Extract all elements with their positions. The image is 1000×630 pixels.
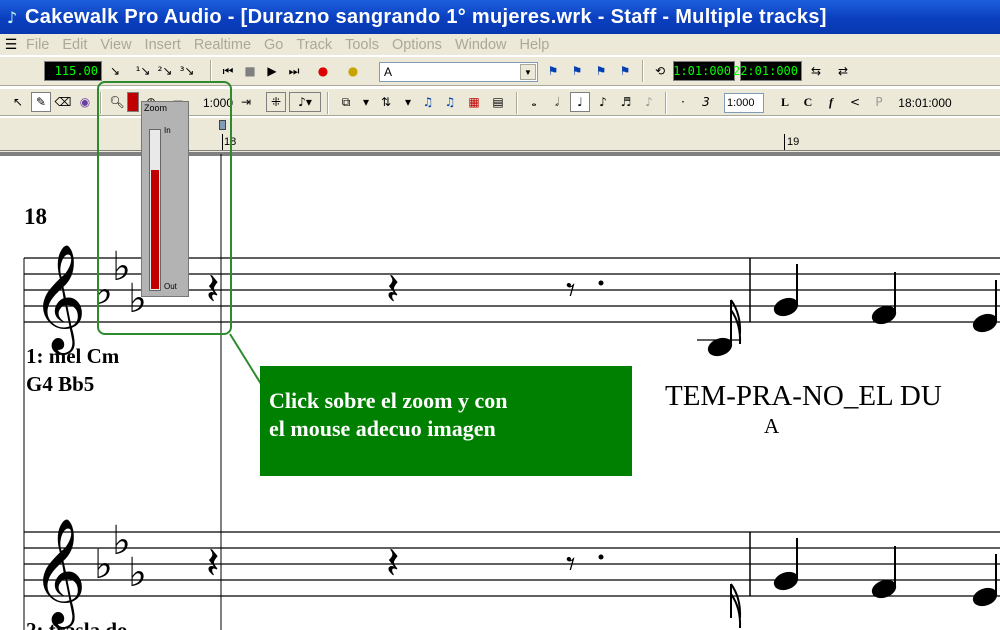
- tempo-ratio-2-icon[interactable]: ²↘: [155, 61, 175, 81]
- now-time-text: 18:01:000: [898, 96, 952, 110]
- beam-icon[interactable]: ♫: [418, 92, 438, 112]
- eighth-note-icon[interactable]: ♪: [593, 92, 613, 112]
- menu-insert[interactable]: Insert: [141, 37, 190, 53]
- whole-note-icon[interactable]: 𝅝: [524, 92, 544, 112]
- annotation-line-1: Click sobre el zoom y con: [269, 388, 508, 413]
- treble-clef-2: 𝄞: [32, 517, 86, 629]
- chevron-down-icon[interactable]: ▼: [520, 64, 536, 80]
- auto-shuttle-icon[interactable]: ⇄: [833, 61, 853, 81]
- menu-options[interactable]: Options: [388, 37, 451, 53]
- svg-text:𝄽: 𝄽: [386, 264, 399, 315]
- marker-next-icon[interactable]: ⚑: [567, 61, 587, 81]
- expression-button[interactable]: f: [821, 92, 841, 112]
- scrub-tool-icon[interactable]: ◉: [75, 92, 95, 112]
- stem-dropdown-icon[interactable]: ▾: [398, 92, 418, 112]
- from-time-display[interactable]: 1:01:000: [673, 61, 735, 81]
- annotation-callout: Click sobre el zoom y con el mouse adecu…: [260, 366, 632, 476]
- marker-insert-icon[interactable]: ⚑: [591, 61, 611, 81]
- menu-realtime[interactable]: Realtime: [190, 37, 260, 53]
- loop-icon[interactable]: ⟲: [650, 61, 670, 81]
- sixteenth-note-icon[interactable]: ♬: [616, 92, 636, 112]
- annotation-line-2: el mouse adecuo imagen: [269, 416, 496, 441]
- menu-view[interactable]: View: [96, 37, 140, 53]
- cakewalk-app-icon[interactable]: ♪: [2, 6, 22, 28]
- split-point-icon[interactable]: ⁜: [266, 92, 286, 112]
- quarter-note-icon[interactable]: ♩: [570, 92, 590, 112]
- treble-clef-1: 𝄞: [32, 243, 86, 355]
- chord-button[interactable]: C: [798, 92, 818, 112]
- half-note-icon[interactable]: 𝅗𝅥: [547, 92, 567, 112]
- stem-direction-icon[interactable]: ⇅: [376, 92, 396, 112]
- marker-combo[interactable]: A ▼: [379, 62, 538, 82]
- notes-staff-2: [730, 538, 998, 629]
- svg-text:𝄾: 𝄾: [566, 544, 576, 585]
- track-1-range: G4 Bb5: [26, 372, 95, 396]
- lyric-button[interactable]: L: [775, 92, 795, 112]
- draw-tool-icon[interactable]: ✎: [31, 92, 51, 112]
- pedal-button[interactable]: P: [869, 92, 889, 112]
- note-value-dropdown[interactable]: ♪▾: [289, 92, 321, 112]
- dotted-note-icon[interactable]: ·: [673, 92, 693, 112]
- svg-text:♭: ♭: [128, 550, 147, 596]
- zoom-highlight-box: [97, 81, 232, 335]
- marker-list-icon[interactable]: ⚑: [615, 61, 635, 81]
- thirty-second-note-icon[interactable]: ♪: [639, 92, 659, 112]
- tempo-ratio-1-icon[interactable]: ¹↘: [133, 61, 153, 81]
- erase-tool-icon[interactable]: ⌫: [53, 92, 73, 112]
- menu-bar: ☰ File Edit View Insert Realtime Go Trac…: [0, 34, 1000, 55]
- menu-window[interactable]: Window: [451, 37, 516, 53]
- ruler-label-19: 19: [787, 136, 800, 148]
- staff-2-lines: [24, 531, 1000, 597]
- select-tool-icon[interactable]: ↖: [8, 92, 28, 112]
- menu-go[interactable]: Go: [260, 37, 292, 53]
- transpose-icon[interactable]: ⧉: [336, 92, 356, 112]
- tempo-ratio-icon[interactable]: ↘: [105, 61, 125, 81]
- notes-staff-1: [697, 264, 998, 357]
- svg-text:𝄽: 𝄽: [386, 538, 399, 589]
- menu-track[interactable]: Track: [292, 37, 341, 53]
- track-1-name: 1: mel Cm: [26, 344, 120, 368]
- track-2-name: 2: trasla do: [26, 618, 128, 630]
- svg-text:𝄽: 𝄽: [206, 538, 219, 589]
- triplet-button[interactable]: 3: [696, 92, 716, 112]
- document-menu-icon[interactable]: ☰: [0, 36, 22, 53]
- punch-icon[interactable]: ⇆: [806, 61, 826, 81]
- thru-time-display[interactable]: 22:01:000: [733, 61, 802, 81]
- hairpin-button[interactable]: <: [845, 92, 865, 112]
- measure-number: 18: [24, 204, 47, 229]
- tempo-ratio-3-icon[interactable]: ³↘: [177, 61, 197, 81]
- menu-help[interactable]: Help: [516, 37, 559, 53]
- svg-text:𝄾: 𝄾: [566, 270, 576, 311]
- unbeam-icon[interactable]: ♫: [440, 92, 460, 112]
- play-icon[interactable]: ▶: [262, 61, 282, 81]
- menu-tools[interactable]: Tools: [341, 37, 388, 53]
- grid-icon[interactable]: ▦: [464, 92, 484, 112]
- duration-spinbox[interactable]: 1:000: [724, 93, 764, 113]
- tempo-display[interactable]: 115.00: [44, 61, 102, 81]
- panic-icon[interactable]: ●: [343, 61, 363, 81]
- marker-prev-icon[interactable]: ⚑: [543, 61, 563, 81]
- snap-to-icon[interactable]: ⇥: [236, 92, 256, 112]
- menu-edit[interactable]: Edit: [58, 37, 96, 53]
- lyrics[interactable]: TEM-PRA-NO_EL DU: [665, 380, 942, 413]
- go-to-end-icon[interactable]: ⏭: [284, 61, 304, 81]
- window-title: Cakewalk Pro Audio - [Durazno sangrando …: [25, 5, 827, 28]
- key-signature-2: ♭♭♭: [94, 518, 147, 596]
- transpose-dropdown-icon[interactable]: ▾: [356, 92, 376, 112]
- rewind-icon[interactable]: ⏮: [218, 61, 238, 81]
- record-icon[interactable]: ●: [313, 61, 333, 81]
- svg-text:♭: ♭: [94, 542, 113, 588]
- menu-file[interactable]: File: [22, 37, 58, 53]
- chord-symbol[interactable]: A: [764, 414, 779, 439]
- marker-combo-value: A: [384, 65, 393, 79]
- stop-icon[interactable]: ■: [240, 61, 260, 81]
- title-bar: ♪ Cakewalk Pro Audio - [Durazno sangrand…: [0, 0, 1000, 34]
- tablature-icon[interactable]: ▤: [488, 92, 508, 112]
